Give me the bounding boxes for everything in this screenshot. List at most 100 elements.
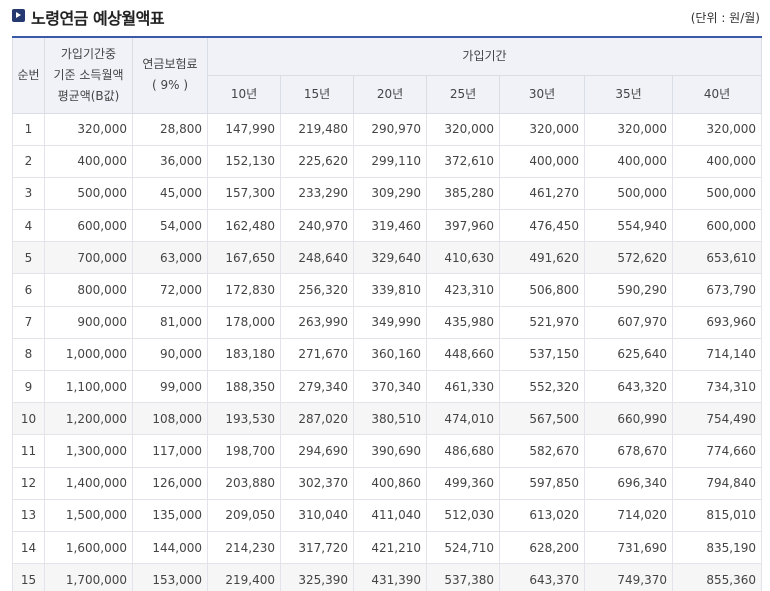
table-cell: 835,190	[672, 530, 762, 565]
header-period: 40년	[672, 74, 762, 114]
table-cell: 193,530	[207, 402, 281, 436]
header-period: 35년	[584, 74, 673, 114]
table-cell: 320,000	[584, 112, 673, 146]
table-cell: 749,370	[584, 563, 673, 591]
table-cell: 500,000	[672, 176, 762, 211]
header-period: 10년	[207, 74, 281, 114]
table-cell: 628,200	[499, 530, 585, 565]
header-period: 30년	[499, 74, 585, 114]
table-cell: 714,020	[584, 498, 673, 532]
table-cell: 162,480	[207, 209, 281, 243]
table-cell: 643,370	[499, 563, 585, 591]
table-cell: 320,000	[499, 112, 585, 146]
table-cell: 537,150	[499, 337, 585, 372]
header-premium: 연금보험료 ( 9% )	[132, 36, 208, 114]
table-cell: 214,230	[207, 530, 281, 565]
title-bar: 노령연금 예상월액표 (단위 : 원/월)	[12, 4, 762, 28]
table-row: 12 1,400,000 126,000 203,880 302,370 400,860 4…	[12, 466, 762, 500]
table-cell: 380,510	[353, 402, 427, 436]
table-cell: 600,000	[672, 209, 762, 243]
table-cell: 448,660	[426, 337, 500, 372]
header-income-line: 가입기간중	[60, 46, 117, 61]
table-cell: 198,700	[207, 434, 281, 468]
table-cell: 643,320	[584, 369, 673, 404]
table-row: 10 1,200,000 108,000 193,530 287,020 380,510 4…	[12, 402, 762, 436]
table-cell: 653,610	[672, 241, 762, 275]
table-cell: 673,790	[672, 273, 762, 307]
table-cell: 172,830	[207, 273, 281, 307]
table-cell: 400,000	[44, 144, 133, 178]
table-cell: 625,640	[584, 337, 673, 372]
table-row: 11 1,300,000 117,000 198,700 294,690 390,690 4…	[12, 434, 762, 468]
table-row: 7 900,000 81,000 178,000 263,990 349,990 435,9…	[12, 305, 762, 339]
table-cell: 117,000	[132, 434, 208, 468]
table-cell: 63,000	[132, 241, 208, 275]
table-cell: 219,480	[280, 112, 354, 146]
header-index: 순번	[12, 36, 45, 114]
table-cell: 385,280	[426, 176, 500, 211]
row-index-cell: 14	[12, 530, 45, 565]
table-cell: 349,990	[353, 305, 427, 339]
table-cell: 1,600,000	[44, 530, 133, 565]
table-cell: 225,620	[280, 144, 354, 178]
table-cell: 147,990	[207, 112, 281, 146]
table-cell: 431,390	[353, 563, 427, 591]
table-cell: 607,970	[584, 305, 673, 339]
table-cell: 476,450	[499, 209, 585, 243]
row-index-cell: 8	[12, 337, 45, 372]
unit-label: (단위 : 원/월)	[690, 11, 760, 25]
row-index-cell: 15	[12, 563, 45, 591]
table-cell: 325,390	[280, 563, 354, 591]
table-cell: 320,000	[426, 112, 500, 146]
table-cell: 794,840	[672, 466, 762, 500]
table-cell: 660,990	[584, 402, 673, 436]
table-cell: 567,500	[499, 402, 585, 436]
table-cell: 36,000	[132, 144, 208, 178]
table-cell: 178,000	[207, 305, 281, 339]
table-cell: 309,290	[353, 176, 427, 211]
header-period: 25년	[426, 74, 500, 114]
row-index-cell: 7	[12, 305, 45, 339]
table-cell: 219,400	[207, 563, 281, 591]
table-cell: 512,030	[426, 498, 500, 532]
table-cell: 500,000	[44, 176, 133, 211]
table-cell: 320,000	[44, 112, 133, 146]
table-cell: 693,960	[672, 305, 762, 339]
table-cell: 108,000	[132, 402, 208, 436]
table-cell: 72,000	[132, 273, 208, 307]
header-income-line: 평균액(B값)	[57, 88, 120, 103]
row-index-cell: 6	[12, 273, 45, 307]
table-cell: 552,320	[499, 369, 585, 404]
table-cell: 152,130	[207, 144, 281, 178]
table-cell: 734,310	[672, 369, 762, 404]
table-cell: 99,000	[132, 369, 208, 404]
table-cell: 1,500,000	[44, 498, 133, 532]
table-cell: 248,640	[280, 241, 354, 275]
table-cell: 299,110	[353, 144, 427, 178]
table-row: 9 1,100,000 99,000 188,350 279,340 370,340 461…	[12, 369, 762, 404]
table-cell: 126,000	[132, 466, 208, 500]
table-cell: 339,810	[353, 273, 427, 307]
table-row: 15 1,700,000 153,000 219,400 325,390 431,390 5…	[12, 563, 762, 591]
row-index-cell: 4	[12, 209, 45, 243]
table-cell: 28,800	[132, 112, 208, 146]
table-cell: 499,360	[426, 466, 500, 500]
table-cell: 240,970	[280, 209, 354, 243]
table-cell: 397,960	[426, 209, 500, 243]
table-cell: 287,020	[280, 402, 354, 436]
table-cell: 474,010	[426, 402, 500, 436]
table-cell: 157,300	[207, 176, 281, 211]
table-row: 8 1,000,000 90,000 183,180 271,670 360,160 448…	[12, 337, 762, 372]
table-row: 1 320,000 28,800 147,990 219,480 290,970 320,0…	[12, 112, 762, 146]
table-cell: 815,010	[672, 498, 762, 532]
table-cell: 410,630	[426, 241, 500, 275]
table-cell: 1,300,000	[44, 434, 133, 468]
table-cell: 554,940	[584, 209, 673, 243]
table-cell: 188,350	[207, 369, 281, 404]
table-cell: 590,290	[584, 273, 673, 307]
table-row: 13 1,500,000 135,000 209,050 310,040 411,040 5…	[12, 498, 762, 532]
table-cell: 400,000	[672, 144, 762, 178]
table-cell: 1,700,000	[44, 563, 133, 591]
table-cell: 421,210	[353, 530, 427, 565]
table-cell: 461,270	[499, 176, 585, 211]
